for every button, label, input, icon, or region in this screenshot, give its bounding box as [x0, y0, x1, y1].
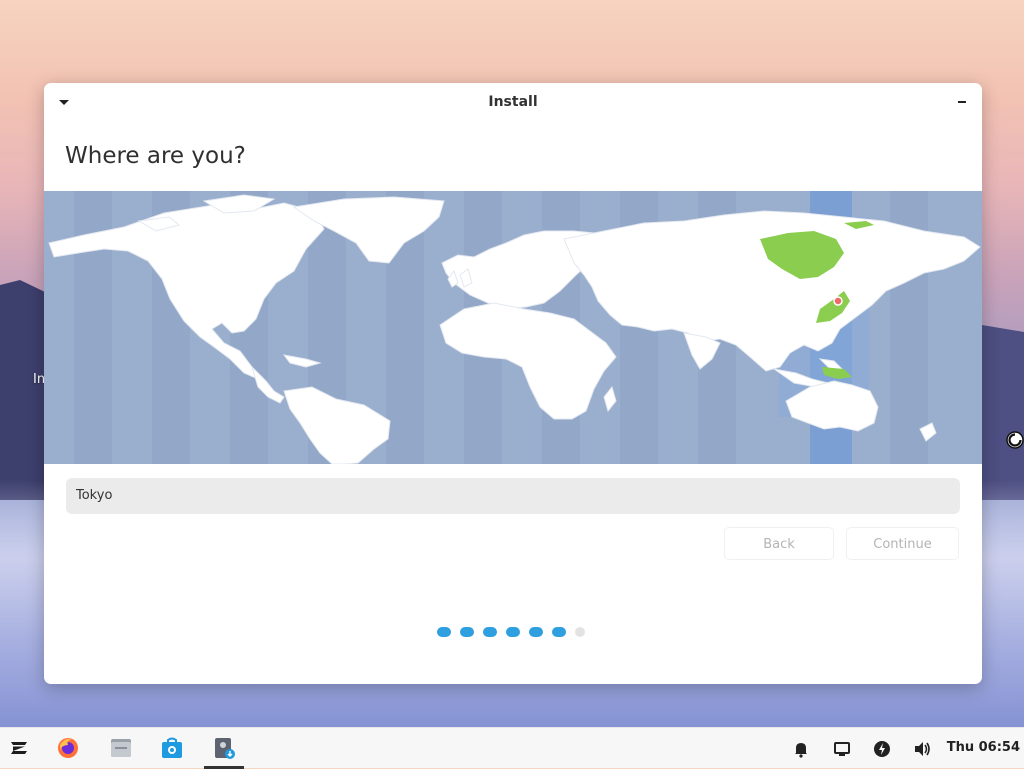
volume-icon[interactable]	[913, 740, 931, 758]
step-dot-completed	[506, 627, 520, 637]
files-icon[interactable]	[109, 736, 133, 760]
installer-window: Install Where are you? Tokyo Back Contin…	[44, 83, 982, 684]
step-dot-pending	[575, 627, 585, 637]
power-icon[interactable]	[873, 740, 891, 758]
zorin-menu-icon[interactable]	[7, 736, 31, 760]
timezone-map[interactable]	[44, 191, 982, 464]
firefox-icon[interactable]	[56, 736, 80, 760]
step-dot-completed	[460, 627, 474, 637]
location-pin-icon	[833, 296, 843, 306]
back-button[interactable]: Back	[724, 527, 834, 560]
step-progress-indicator	[437, 627, 585, 638]
mouse-cursor-icon	[1006, 431, 1024, 449]
display-icon[interactable]	[833, 740, 851, 758]
step-dot-completed	[437, 627, 451, 637]
window-title: Install	[488, 94, 538, 110]
software-store-icon[interactable]	[160, 736, 184, 760]
title-bar: Install	[44, 83, 982, 121]
step-dot-completed	[529, 627, 543, 637]
page-title: Where are you?	[65, 143, 246, 169]
clock[interactable]: Thu 06:54	[947, 740, 1020, 755]
taskbar: Thu 06:54	[0, 727, 1024, 769]
step-dot-completed	[483, 627, 497, 637]
minimize-icon	[958, 101, 966, 103]
continue-button[interactable]: Continue	[846, 527, 959, 560]
step-dot-completed	[552, 627, 566, 637]
timezone-search-input[interactable]: Tokyo	[66, 478, 960, 514]
bell-icon[interactable]	[792, 740, 810, 758]
installer-icon[interactable]	[212, 736, 236, 760]
minimize-button[interactable]	[954, 93, 970, 109]
world-map-graphic	[48, 191, 981, 464]
